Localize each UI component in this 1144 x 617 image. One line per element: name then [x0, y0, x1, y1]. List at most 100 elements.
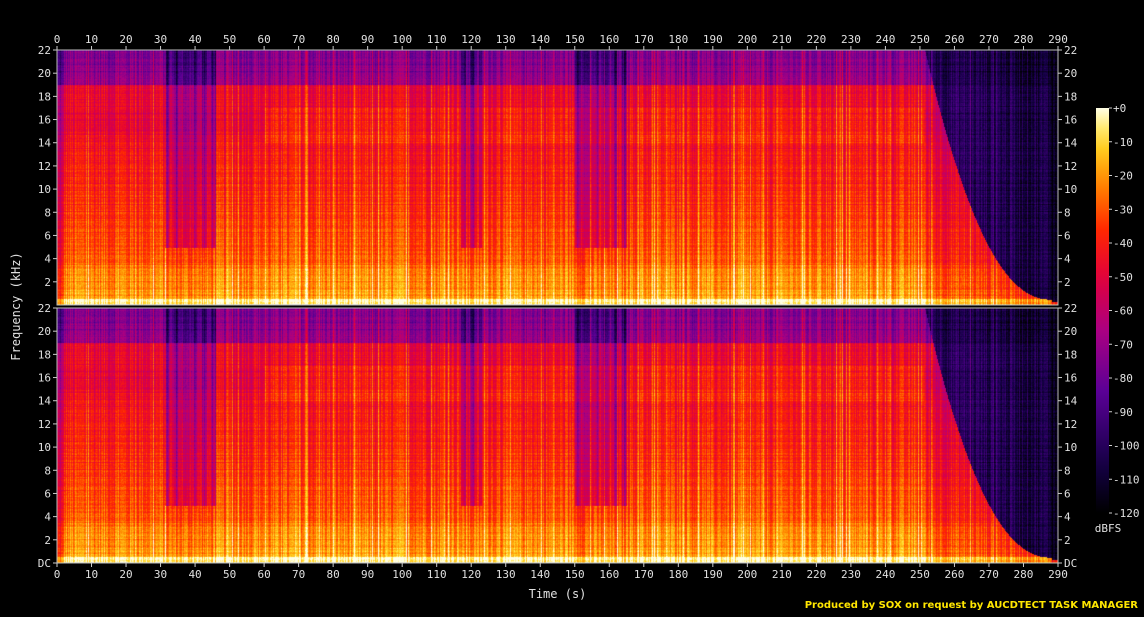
x-tick-label-top: 150: [565, 33, 585, 46]
x-tick-label-top: 220: [806, 33, 826, 46]
colorbar-tick-label: -70: [1113, 338, 1133, 351]
y-tick-label-left: 16: [38, 372, 51, 385]
x-tick-label-bottom: 230: [841, 568, 861, 581]
colorbar-tick-label: -120: [1113, 507, 1140, 520]
x-tick-label-bottom: 60: [257, 568, 270, 581]
x-tick-label-bottom: 150: [565, 568, 585, 581]
x-tick-label-bottom: 100: [392, 568, 412, 581]
y-tick-label-left: DC: [38, 557, 51, 570]
spectrogram-channel-1: [57, 50, 1058, 305]
x-tick-label-bottom: 140: [530, 568, 550, 581]
x-tick-label-bottom: 110: [427, 568, 447, 581]
y-axis-label: Frequency (kHz): [9, 252, 23, 360]
x-tick-label-top: 30: [154, 33, 167, 46]
y-tick-label-left: 4: [44, 253, 51, 266]
x-tick-label-bottom: 130: [496, 568, 516, 581]
colorbar-tick-label: -20: [1113, 170, 1133, 183]
x-tick-label-top: 80: [327, 33, 340, 46]
x-tick-label-top: 180: [668, 33, 688, 46]
y-tick-label-right: 8: [1064, 464, 1071, 477]
x-tick-label-top: 250: [910, 33, 930, 46]
y-tick-label-left: 18: [38, 348, 51, 361]
x-tick-label-bottom: 250: [910, 568, 930, 581]
colorbar-tick-label: -10: [1113, 136, 1133, 149]
y-tick-label-right: 2: [1064, 534, 1071, 547]
y-tick-label-right: 14: [1064, 395, 1078, 408]
x-tick-label-bottom: 220: [806, 568, 826, 581]
x-tick-label-top: 210: [772, 33, 792, 46]
y-tick-label-right: 10: [1064, 441, 1077, 454]
x-tick-label-top: 40: [188, 33, 201, 46]
x-tick-label-bottom: 120: [461, 568, 481, 581]
spectrogram-svg: 0 0 10 10 20 20 30 30 40 40 50 50 60 60 70 70 80 80 90 90 10…: [9, 33, 1140, 601]
x-tick-label-top: 190: [703, 33, 723, 46]
y-tick-label-right: 20: [1064, 67, 1077, 80]
y-tick-label-left: 22: [38, 44, 51, 57]
x-tick-label-bottom: 240: [875, 568, 895, 581]
y-tick-label-right: 22: [1064, 302, 1077, 315]
y-tick-label-left: 20: [38, 325, 51, 338]
x-tick-label-top: 70: [292, 33, 305, 46]
colorbar-tick-label: -60: [1113, 305, 1133, 318]
y-tick-label-right: 4: [1064, 253, 1071, 266]
x-tick-label-top: 140: [530, 33, 550, 46]
x-tick-label-bottom: 10: [85, 568, 98, 581]
y-tick-label-left: 18: [38, 90, 51, 103]
y-tick-label-right: 6: [1064, 487, 1071, 500]
y-tick-label-right: 18: [1064, 348, 1077, 361]
spectrogram-channel-2: [57, 308, 1058, 563]
y-tick-label-left: 12: [38, 418, 51, 431]
y-tick-label-right: 16: [1064, 372, 1077, 385]
x-tick-label-bottom: 70: [292, 568, 305, 581]
colorbar-tick-label: -40: [1113, 237, 1133, 250]
x-tick-label-top: 110: [427, 33, 447, 46]
x-tick-label-top: 160: [599, 33, 619, 46]
colorbar-label: dBFS: [1095, 522, 1122, 535]
y-tick-label-right: 4: [1064, 511, 1071, 524]
x-tick-label-top: 260: [945, 33, 965, 46]
y-tick-label-left: 20: [38, 67, 51, 80]
footer-credit: Produced by SOX on request by AUCDTECT T…: [804, 600, 1138, 611]
y-tick-label-right: 22: [1064, 44, 1077, 57]
x-tick-label-top: 60: [257, 33, 270, 46]
y-tick-label-right: 14: [1064, 137, 1078, 150]
y-tick-label-right: 12: [1064, 418, 1077, 431]
x-tick-label-top: 240: [875, 33, 895, 46]
y-tick-label-left: 10: [38, 441, 51, 454]
x-tick-label-bottom: 30: [154, 568, 167, 581]
colorbar-tick-label: +0: [1113, 102, 1126, 115]
x-tick-label-bottom: 170: [634, 568, 654, 581]
y-tick-label-left: 22: [38, 302, 51, 315]
x-tick-label-bottom: 260: [945, 568, 965, 581]
y-tick-label-left: 12: [38, 160, 51, 173]
x-tick-label-bottom: 200: [737, 568, 757, 581]
y-tick-label-left: 2: [44, 534, 51, 547]
y-tick-label-left: 10: [38, 183, 51, 196]
x-tick-label-top: 120: [461, 33, 481, 46]
x-tick-label-bottom: 0: [54, 568, 61, 581]
y-tick-label-left: 8: [44, 464, 51, 477]
x-tick-label-bottom: 280: [1014, 568, 1034, 581]
x-tick-label-top: 100: [392, 33, 412, 46]
y-tick-label-left: 14: [38, 395, 52, 408]
y-tick-label-left: 6: [44, 229, 51, 242]
y-tick-label-right: 16: [1064, 114, 1077, 127]
y-tick-label-right: 18: [1064, 90, 1077, 103]
x-tick-label-bottom: 90: [361, 568, 374, 581]
x-tick-label-top: 90: [361, 33, 374, 46]
x-tick-label-top: 130: [496, 33, 516, 46]
x-tick-label-top: 50: [223, 33, 236, 46]
colorbar-tick-label: -50: [1113, 271, 1133, 284]
x-tick-label-top: 200: [737, 33, 757, 46]
x-tick-label-bottom: 180: [668, 568, 688, 581]
y-tick-label-right: 8: [1064, 206, 1071, 219]
y-tick-label-left: 8: [44, 206, 51, 219]
x-tick-label-top: 10: [85, 33, 98, 46]
y-tick-label-right: 12: [1064, 160, 1077, 173]
y-tick-label-left: 16: [38, 114, 51, 127]
x-tick-label-top: 0: [54, 33, 61, 46]
y-tick-label-right: 20: [1064, 325, 1077, 338]
colorbar-tick-label: -80: [1113, 372, 1133, 385]
x-tick-label-bottom: 190: [703, 568, 723, 581]
colorbar-tick-label: -110: [1113, 473, 1140, 486]
